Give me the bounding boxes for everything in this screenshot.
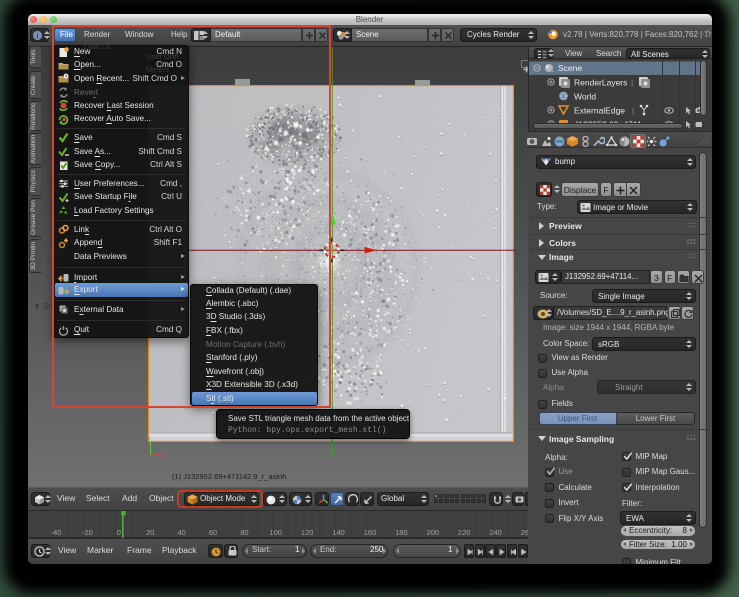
svg-text:World: World — [574, 92, 596, 102]
svg-text:Scene: Scene — [558, 63, 582, 73]
svg-text:|: | — [632, 106, 634, 116]
svg-text:ExternalEdge: ExternalEdge — [574, 106, 625, 116]
svg-text:|: | — [631, 78, 633, 88]
svg-text:RenderLayers: RenderLayers — [574, 78, 627, 88]
svg-text:x: x — [162, 455, 165, 461]
svg-text:y: y — [147, 436, 150, 442]
svg-text:i: i — [36, 31, 38, 40]
